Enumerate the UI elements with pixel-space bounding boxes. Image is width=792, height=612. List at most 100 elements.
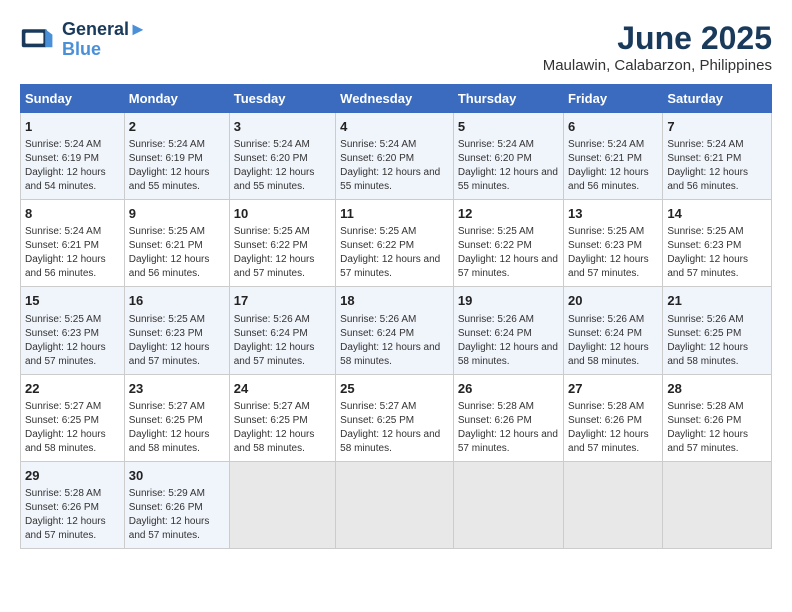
daylight-text: Daylight: 12 hours and 57 minutes. — [234, 253, 331, 281]
sunset-text: Sunset: 6:19 PM — [25, 152, 120, 166]
sunrise-text: Sunrise: 5:25 AM — [129, 313, 225, 327]
day-number: 16 — [129, 292, 225, 310]
subtitle: Maulawin, Calabarzon, Philippines — [543, 57, 772, 74]
col-header-friday: Friday — [564, 85, 663, 113]
day-cell: 7 Sunrise: 5:24 AM Sunset: 6:21 PM Dayli… — [663, 113, 772, 200]
sunrise-text: Sunrise: 5:27 AM — [340, 400, 449, 414]
sunset-text: Sunset: 6:25 PM — [129, 414, 225, 428]
sunrise-text: Sunrise: 5:29 AM — [129, 487, 225, 501]
daylight-text: Daylight: 12 hours and 55 minutes. — [129, 166, 225, 194]
sunset-text: Sunset: 6:24 PM — [234, 327, 331, 341]
sunrise-text: Sunrise: 5:26 AM — [568, 313, 658, 327]
sunset-text: Sunset: 6:23 PM — [25, 327, 120, 341]
logo-text: General► Blue — [62, 20, 147, 60]
sunset-text: Sunset: 6:23 PM — [129, 327, 225, 341]
sunrise-text: Sunrise: 5:26 AM — [667, 313, 767, 327]
daylight-text: Daylight: 12 hours and 58 minutes. — [340, 428, 449, 456]
day-cell: 14 Sunrise: 5:25 AM Sunset: 6:23 PM Dayl… — [663, 200, 772, 287]
sunset-text: Sunset: 6:21 PM — [667, 152, 767, 166]
sunrise-text: Sunrise: 5:27 AM — [129, 400, 225, 414]
sunrise-text: Sunrise: 5:26 AM — [340, 313, 449, 327]
sunrise-text: Sunrise: 5:27 AM — [234, 400, 331, 414]
day-cell: 30 Sunrise: 5:29 AM Sunset: 6:26 PM Dayl… — [124, 461, 229, 548]
sunset-text: Sunset: 6:24 PM — [568, 327, 658, 341]
day-cell: 3 Sunrise: 5:24 AM Sunset: 6:20 PM Dayli… — [229, 113, 335, 200]
day-cell: 2 Sunrise: 5:24 AM Sunset: 6:19 PM Dayli… — [124, 113, 229, 200]
day-number: 9 — [129, 205, 225, 223]
day-cell: 28 Sunrise: 5:28 AM Sunset: 6:26 PM Dayl… — [663, 374, 772, 461]
day-cell — [336, 461, 454, 548]
day-cell: 5 Sunrise: 5:24 AM Sunset: 6:20 PM Dayli… — [453, 113, 563, 200]
day-number: 6 — [568, 118, 658, 136]
sunrise-text: Sunrise: 5:24 AM — [458, 138, 559, 152]
logo-icon — [20, 22, 56, 58]
sunset-text: Sunset: 6:24 PM — [340, 327, 449, 341]
day-number: 21 — [667, 292, 767, 310]
sunrise-text: Sunrise: 5:24 AM — [340, 138, 449, 152]
sunrise-text: Sunrise: 5:25 AM — [129, 225, 225, 239]
day-number: 3 — [234, 118, 331, 136]
daylight-text: Daylight: 12 hours and 56 minutes. — [25, 253, 120, 281]
col-header-thursday: Thursday — [453, 85, 563, 113]
sunset-text: Sunset: 6:23 PM — [568, 239, 658, 253]
day-cell: 15 Sunrise: 5:25 AM Sunset: 6:23 PM Dayl… — [21, 287, 125, 374]
week-row-5: 29 Sunrise: 5:28 AM Sunset: 6:26 PM Dayl… — [21, 461, 772, 548]
daylight-text: Daylight: 12 hours and 58 minutes. — [129, 428, 225, 456]
day-number: 23 — [129, 380, 225, 398]
sunset-text: Sunset: 6:19 PM — [129, 152, 225, 166]
daylight-text: Daylight: 12 hours and 56 minutes. — [129, 253, 225, 281]
day-number: 29 — [25, 467, 120, 485]
sunset-text: Sunset: 6:20 PM — [458, 152, 559, 166]
col-header-sunday: Sunday — [21, 85, 125, 113]
day-cell: 9 Sunrise: 5:25 AM Sunset: 6:21 PM Dayli… — [124, 200, 229, 287]
sunset-text: Sunset: 6:25 PM — [667, 327, 767, 341]
week-row-4: 22 Sunrise: 5:27 AM Sunset: 6:25 PM Dayl… — [21, 374, 772, 461]
sunrise-text: Sunrise: 5:24 AM — [129, 138, 225, 152]
day-number: 26 — [458, 380, 559, 398]
sunset-text: Sunset: 6:20 PM — [234, 152, 331, 166]
day-cell: 27 Sunrise: 5:28 AM Sunset: 6:26 PM Dayl… — [564, 374, 663, 461]
day-number: 1 — [25, 118, 120, 136]
sunrise-text: Sunrise: 5:28 AM — [667, 400, 767, 414]
day-cell: 24 Sunrise: 5:27 AM Sunset: 6:25 PM Dayl… — [229, 374, 335, 461]
sunrise-text: Sunrise: 5:24 AM — [667, 138, 767, 152]
sunrise-text: Sunrise: 5:26 AM — [458, 313, 559, 327]
daylight-text: Daylight: 12 hours and 57 minutes. — [25, 515, 120, 543]
sunrise-text: Sunrise: 5:24 AM — [234, 138, 331, 152]
day-number: 28 — [667, 380, 767, 398]
day-cell: 21 Sunrise: 5:26 AM Sunset: 6:25 PM Dayl… — [663, 287, 772, 374]
calendar-table: SundayMondayTuesdayWednesdayThursdayFrid… — [20, 84, 772, 549]
col-header-saturday: Saturday — [663, 85, 772, 113]
col-header-tuesday: Tuesday — [229, 85, 335, 113]
sunset-text: Sunset: 6:26 PM — [129, 501, 225, 515]
sunrise-text: Sunrise: 5:25 AM — [458, 225, 559, 239]
sunset-text: Sunset: 6:26 PM — [458, 414, 559, 428]
day-number: 30 — [129, 467, 225, 485]
day-cell: 12 Sunrise: 5:25 AM Sunset: 6:22 PM Dayl… — [453, 200, 563, 287]
daylight-text: Daylight: 12 hours and 58 minutes. — [234, 428, 331, 456]
daylight-text: Daylight: 12 hours and 58 minutes. — [458, 341, 559, 369]
day-number: 17 — [234, 292, 331, 310]
day-cell: 25 Sunrise: 5:27 AM Sunset: 6:25 PM Dayl… — [336, 374, 454, 461]
day-cell: 22 Sunrise: 5:27 AM Sunset: 6:25 PM Dayl… — [21, 374, 125, 461]
sunset-text: Sunset: 6:24 PM — [458, 327, 559, 341]
day-number: 22 — [25, 380, 120, 398]
daylight-text: Daylight: 12 hours and 57 minutes. — [129, 515, 225, 543]
sunset-text: Sunset: 6:21 PM — [129, 239, 225, 253]
daylight-text: Daylight: 12 hours and 55 minutes. — [458, 166, 559, 194]
page-header: General► Blue June 2025 Maulawin, Calaba… — [20, 20, 772, 74]
sunset-text: Sunset: 6:21 PM — [25, 239, 120, 253]
day-number: 7 — [667, 118, 767, 136]
sunset-text: Sunset: 6:25 PM — [340, 414, 449, 428]
week-row-3: 15 Sunrise: 5:25 AM Sunset: 6:23 PM Dayl… — [21, 287, 772, 374]
week-row-1: 1 Sunrise: 5:24 AM Sunset: 6:19 PM Dayli… — [21, 113, 772, 200]
day-number: 12 — [458, 205, 559, 223]
daylight-text: Daylight: 12 hours and 57 minutes. — [667, 428, 767, 456]
sunset-text: Sunset: 6:26 PM — [667, 414, 767, 428]
daylight-text: Daylight: 12 hours and 57 minutes. — [458, 428, 559, 456]
sunrise-text: Sunrise: 5:24 AM — [25, 138, 120, 152]
day-cell — [229, 461, 335, 548]
daylight-text: Daylight: 12 hours and 58 minutes. — [25, 428, 120, 456]
sunset-text: Sunset: 6:25 PM — [234, 414, 331, 428]
calendar-body: 1 Sunrise: 5:24 AM Sunset: 6:19 PM Dayli… — [21, 113, 772, 549]
